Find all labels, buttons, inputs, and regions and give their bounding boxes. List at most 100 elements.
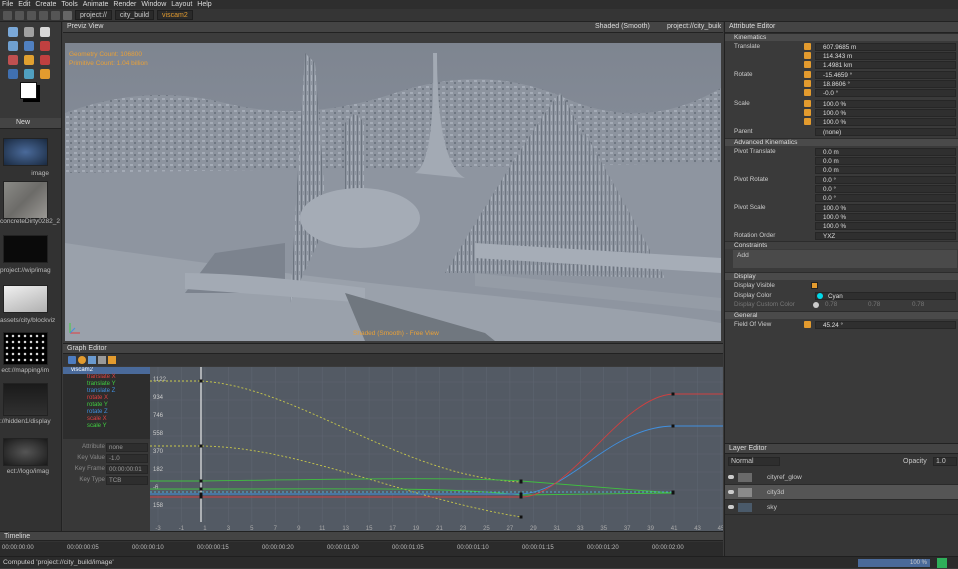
constraints-section[interactable]: Constraints bbox=[725, 241, 958, 249]
breadcrumb-scene[interactable]: city_build bbox=[114, 10, 155, 20]
new-file-icon[interactable] bbox=[3, 10, 12, 20]
channel-item[interactable]: scale X bbox=[63, 416, 150, 423]
channel-item[interactable]: rotate Z bbox=[63, 409, 150, 416]
rotate-x-field[interactable]: -15.4659 ° bbox=[815, 71, 956, 79]
key-icon[interactable] bbox=[804, 321, 811, 328]
menu-create[interactable]: Create bbox=[35, 1, 56, 8]
rotation-order-dropdown[interactable]: YXZ bbox=[815, 232, 956, 240]
frame-tool-icon[interactable] bbox=[88, 356, 96, 364]
filter-tool-icon[interactable] bbox=[98, 356, 106, 364]
pivot-rotate-y-field[interactable]: 0.0 ° bbox=[815, 185, 956, 193]
key-type-dropdown[interactable]: TCB bbox=[106, 476, 148, 485]
open-folder-icon[interactable] bbox=[15, 10, 24, 20]
parent-dropdown[interactable]: (none) bbox=[815, 128, 956, 136]
home-icon[interactable] bbox=[63, 10, 72, 20]
select-tool-icon[interactable] bbox=[8, 27, 18, 37]
channel-item[interactable]: translate Z bbox=[63, 388, 150, 395]
pivot-rotate-x-field[interactable]: 0.0 ° bbox=[815, 176, 956, 184]
rotate-z-field[interactable]: -0.0 ° bbox=[815, 89, 956, 97]
attribute-field[interactable]: none bbox=[106, 443, 148, 452]
scale-z-field[interactable]: 100.0 % bbox=[815, 118, 956, 126]
color-swatch-icon[interactable] bbox=[20, 82, 37, 99]
channel-item[interactable]: rotate Y bbox=[63, 402, 150, 409]
display-visible-checkbox[interactable] bbox=[811, 282, 818, 289]
display-section[interactable]: Display bbox=[725, 272, 958, 280]
new-asset-button[interactable]: New bbox=[16, 119, 30, 126]
menu-window[interactable]: Window bbox=[141, 1, 166, 8]
menu-file[interactable]: File bbox=[2, 1, 13, 8]
pen-tool-icon[interactable] bbox=[24, 41, 34, 51]
link-tool-icon[interactable] bbox=[40, 27, 50, 37]
shading-dropdown[interactable]: Shaded (Smooth) bbox=[595, 22, 650, 32]
key-value-field[interactable]: -1.0 bbox=[106, 454, 148, 463]
asset-thumbnail[interactable] bbox=[3, 383, 48, 416]
smear-tool-icon[interactable] bbox=[8, 55, 18, 65]
asset-thumbnail[interactable] bbox=[3, 285, 48, 313]
scale-y-field[interactable]: 100.0 % bbox=[815, 109, 956, 117]
key-icon[interactable] bbox=[804, 109, 811, 116]
eye-icon[interactable] bbox=[728, 505, 734, 509]
key-icon[interactable] bbox=[804, 80, 811, 87]
clone-tool-icon[interactable] bbox=[24, 55, 34, 65]
constraints-add-button[interactable]: Add bbox=[737, 252, 749, 259]
asset-thumbnail[interactable] bbox=[3, 438, 48, 466]
curve-plot[interactable]: -3 -1 1 3 5 7 9 11 13 15 17 19 21 23 25 27 29 31 33 35 37 39 4… bbox=[150, 367, 725, 532]
paint-tool-icon[interactable] bbox=[24, 27, 34, 37]
pivot-scale-z-field[interactable]: 100.0 % bbox=[815, 222, 956, 230]
menu-animate[interactable]: Animate bbox=[83, 1, 109, 8]
save-icon[interactable] bbox=[27, 10, 36, 20]
asset-thumbnail[interactable] bbox=[3, 181, 48, 219]
key-icon[interactable] bbox=[804, 89, 811, 96]
eye-icon[interactable] bbox=[728, 475, 734, 479]
eraser-tool-icon[interactable] bbox=[40, 41, 50, 51]
pivot-scale-y-field[interactable]: 100.0 % bbox=[815, 213, 956, 221]
text-tool-icon[interactable] bbox=[40, 55, 50, 65]
eyedropper-tool-icon[interactable] bbox=[8, 69, 18, 79]
translate-y-field[interactable]: 114.343 m bbox=[815, 52, 956, 60]
blend-mode-dropdown[interactable]: Normal bbox=[728, 457, 780, 466]
opacity-field[interactable]: 1.0 bbox=[933, 457, 957, 466]
menu-tools[interactable]: Tools bbox=[61, 1, 77, 8]
custom-color-b[interactable]: 0.78 bbox=[912, 301, 924, 309]
rotate-y-field[interactable]: 18.8606 ° bbox=[815, 80, 956, 88]
timeline-ruler[interactable]: 00:00:00:00 00:00:00:05 00:00:00:10 00:00:0… bbox=[0, 542, 723, 557]
key-frame-field[interactable]: 00:00:00:01 bbox=[106, 465, 148, 474]
menu-layout[interactable]: Layout bbox=[171, 1, 192, 8]
transform-tool-icon[interactable] bbox=[40, 69, 50, 79]
key-icon[interactable] bbox=[804, 100, 811, 107]
pivot-translate-z-field[interactable]: 0.0 m bbox=[815, 166, 956, 174]
breadcrumb-camera[interactable]: viscam2 bbox=[157, 10, 193, 20]
pivot-translate-y-field[interactable]: 0.0 m bbox=[815, 157, 956, 165]
layer-row-selected[interactable]: city3d bbox=[725, 485, 958, 500]
key-tool-icon[interactable] bbox=[68, 356, 76, 364]
undo-icon[interactable] bbox=[39, 10, 48, 20]
translate-x-field[interactable]: 607.9685 m bbox=[815, 43, 956, 51]
redo-icon[interactable] bbox=[51, 10, 60, 20]
viewport-canvas[interactable]: Geometry Count: 106800 Primitive Count: … bbox=[65, 43, 721, 341]
asset-thumbnail[interactable] bbox=[3, 332, 48, 365]
channel-item[interactable]: scale Y bbox=[63, 423, 150, 430]
custom-color-r[interactable]: 0.78 bbox=[825, 301, 837, 309]
curve-tool-icon[interactable] bbox=[108, 356, 116, 364]
fill-tool-icon[interactable] bbox=[24, 69, 34, 79]
eye-icon[interactable] bbox=[728, 490, 734, 494]
pivot-translate-x-field[interactable]: 0.0 m bbox=[815, 148, 956, 156]
snap-tool-icon[interactable] bbox=[78, 356, 86, 364]
custom-color-g[interactable]: 0.78 bbox=[868, 301, 880, 309]
key-icon[interactable] bbox=[804, 43, 811, 50]
general-section[interactable]: General bbox=[725, 311, 958, 319]
curve-canvas[interactable]: -3 -1 1 3 5 7 9 11 13 15 17 19 21 23 25 27 29 31 33 35 37 39 4… bbox=[150, 367, 725, 532]
advanced-kinematics-section[interactable]: Advanced Kinematics bbox=[725, 138, 958, 146]
display-color-dropdown[interactable]: Cyan bbox=[815, 292, 956, 300]
translate-z-field[interactable]: 1.4981 km bbox=[815, 61, 956, 69]
key-icon[interactable] bbox=[804, 71, 811, 78]
menu-help[interactable]: Help bbox=[197, 1, 211, 8]
kinematics-section[interactable]: Kinematics bbox=[725, 33, 958, 41]
scene-path-dropdown[interactable]: project://city_build bbox=[667, 22, 721, 32]
pivot-rotate-z-field[interactable]: 0.0 ° bbox=[815, 194, 956, 202]
layer-row[interactable]: sky bbox=[725, 500, 958, 515]
outliner-camera[interactable]: viscam2 bbox=[63, 367, 150, 374]
pivot-scale-x-field[interactable]: 100.0 % bbox=[815, 204, 956, 212]
key-icon[interactable] bbox=[804, 118, 811, 125]
asset-thumbnail[interactable] bbox=[3, 235, 48, 263]
